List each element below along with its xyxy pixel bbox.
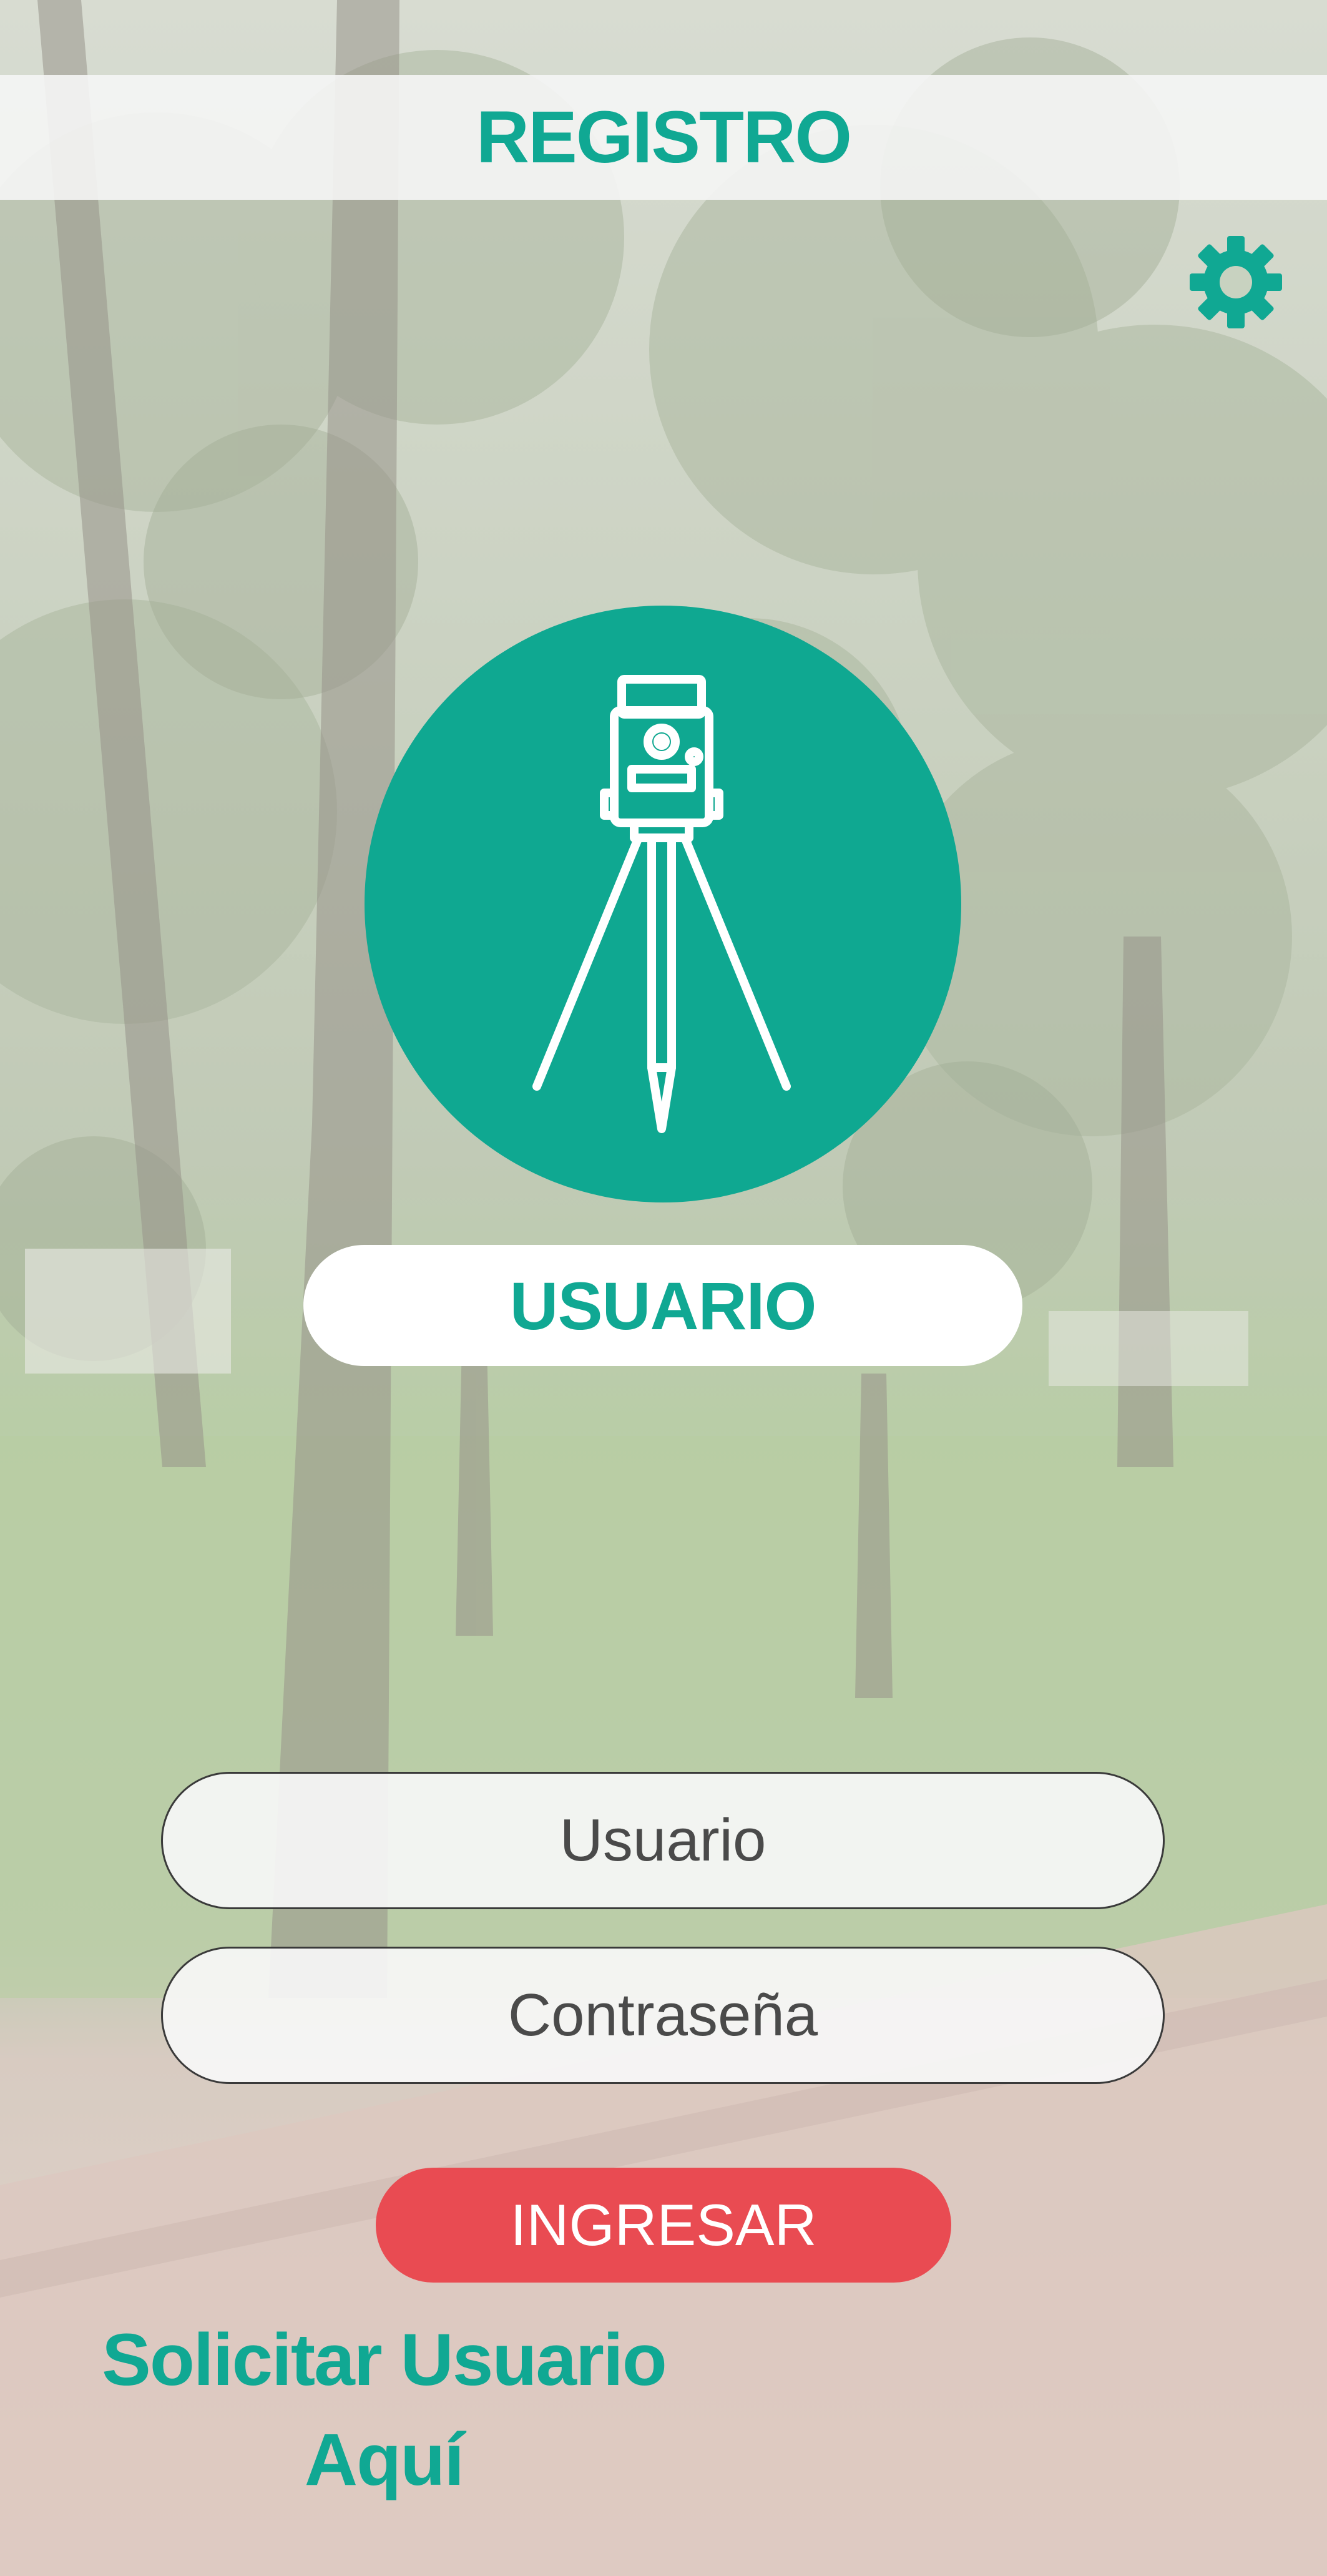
user-label: USUARIO <box>509 1267 816 1344</box>
login-button[interactable]: INGRESAR <box>376 2168 951 2283</box>
page-title: REGISTRO <box>476 96 852 179</box>
gear-icon <box>1190 236 1282 328</box>
request-user-link-line2: Aquí <box>304 2419 464 2501</box>
user-label-pill: USUARIO <box>303 1245 1022 1366</box>
header-bar: REGISTRO <box>0 75 1327 200</box>
password-field[interactable] <box>161 1947 1165 2084</box>
request-user-link-line1: Solicitar Usuario <box>102 2319 667 2401</box>
request-user-link[interactable]: Solicitar Usuario Aquí <box>87 2310 680 2510</box>
password-input[interactable] <box>212 1961 1114 2070</box>
settings-button[interactable] <box>1186 232 1286 332</box>
username-input[interactable] <box>212 1786 1114 1895</box>
username-field[interactable] <box>161 1772 1165 1909</box>
surveying-tripod-icon <box>532 675 791 1133</box>
logo-circle <box>365 606 961 1202</box>
